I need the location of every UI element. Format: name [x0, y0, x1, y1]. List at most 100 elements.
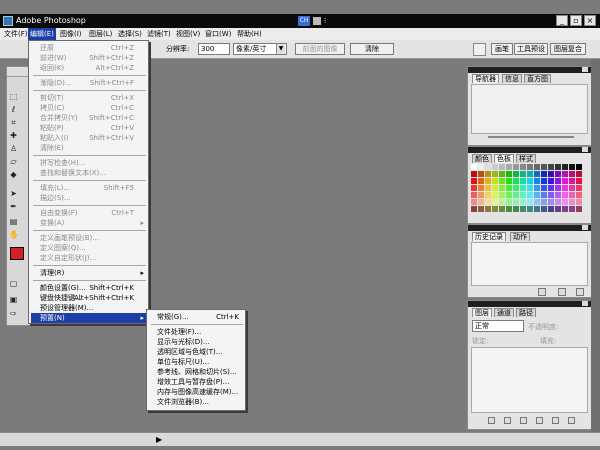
color-swatch[interactable] [562, 192, 568, 198]
tab-layers[interactable]: 图层 [472, 308, 492, 317]
clear-button[interactable]: 清除 [350, 43, 394, 55]
horizontal-scrollbar[interactable]: ▶ [0, 432, 600, 446]
color-swatch[interactable] [471, 206, 477, 212]
color-swatch[interactable] [548, 206, 554, 212]
color-swatch[interactable] [562, 164, 568, 170]
color-swatch[interactable] [513, 199, 519, 205]
color-swatch[interactable] [485, 206, 491, 212]
color-swatch[interactable] [541, 171, 547, 177]
color-swatch[interactable] [513, 164, 519, 170]
color-swatch[interactable] [485, 199, 491, 205]
color-swatch[interactable] [513, 185, 519, 191]
trash-icon[interactable] [576, 288, 584, 296]
color-swatch[interactable] [548, 164, 554, 170]
tab-navigator[interactable]: 导航器 [472, 74, 499, 83]
color-swatch[interactable] [520, 185, 526, 191]
color-swatch[interactable] [562, 178, 568, 184]
color-swatch[interactable] [492, 164, 498, 170]
color-swatch[interactable] [499, 164, 505, 170]
hand-tool-icon[interactable]: ✋ [9, 230, 19, 239]
color-swatch[interactable] [576, 199, 582, 205]
color-swatch[interactable] [485, 178, 491, 184]
edit-menu-item[interactable]: 清理(R) ▸ [31, 268, 148, 278]
color-swatch[interactable] [527, 185, 533, 191]
close-button[interactable]: × [584, 15, 596, 26]
color-swatch[interactable] [527, 178, 533, 184]
menu-view[interactable]: 视图(V) [174, 28, 202, 40]
color-swatch[interactable] [471, 185, 477, 191]
preferences-menu-item[interactable]: 文件处理(F)... [149, 327, 245, 337]
preferences-menu-item[interactable]: 常规(G)... Ctrl+K [149, 312, 245, 322]
color-swatch[interactable] [478, 206, 484, 212]
color-swatch[interactable] [492, 185, 498, 191]
color-swatch[interactable] [541, 199, 547, 205]
zoom-slider[interactable] [488, 136, 574, 138]
resolution-input[interactable]: 300 [198, 43, 230, 55]
color-swatch[interactable] [520, 199, 526, 205]
color-swatch[interactable] [506, 199, 512, 205]
color-swatch[interactable] [471, 199, 477, 205]
color-swatch[interactable] [492, 199, 498, 205]
menu-image[interactable]: 图像(I) [58, 28, 84, 40]
tab-channels[interactable]: 通道 [494, 308, 514, 317]
tab-color[interactable]: 颜色 [472, 154, 492, 163]
notes-tool-icon[interactable]: ▤ [9, 217, 18, 226]
color-swatch[interactable] [471, 164, 477, 170]
new-group-icon[interactable] [536, 417, 543, 424]
color-swatch[interactable] [478, 164, 484, 170]
color-swatch[interactable] [471, 171, 477, 177]
pen-tool-icon[interactable]: ✒ [9, 202, 18, 211]
front-image-button[interactable]: 前面的图像 [295, 43, 345, 55]
edit-menu-item[interactable]: 预设管理器(M)... [31, 303, 148, 313]
ime-menu-icon[interactable]: ⁝ [324, 16, 329, 26]
color-swatch[interactable] [506, 178, 512, 184]
color-swatch[interactable] [555, 199, 561, 205]
color-swatch[interactable] [492, 206, 498, 212]
color-swatch[interactable] [541, 178, 547, 184]
vertical-scrollbar[interactable] [591, 59, 600, 432]
color-swatch[interactable] [520, 171, 526, 177]
layer-mask-icon[interactable] [520, 417, 527, 424]
panel-close-icon[interactable] [582, 225, 588, 230]
color-swatch[interactable] [499, 192, 505, 198]
color-swatch[interactable] [499, 206, 505, 212]
color-swatch[interactable] [527, 171, 533, 177]
color-swatch[interactable] [478, 185, 484, 191]
color-swatch[interactable] [478, 171, 484, 177]
color-swatch[interactable] [485, 185, 491, 191]
color-swatch[interactable] [527, 199, 533, 205]
color-swatch[interactable] [471, 192, 477, 198]
color-swatch[interactable] [562, 199, 568, 205]
color-swatch[interactable] [569, 199, 575, 205]
color-swatch[interactable] [548, 199, 554, 205]
color-swatch[interactable] [576, 192, 582, 198]
color-swatch[interactable] [555, 192, 561, 198]
color-swatch[interactable] [527, 164, 533, 170]
preferences-menu-item[interactable]: 透明区域与色域(T)... [149, 347, 245, 357]
new-layer-icon[interactable] [552, 417, 559, 424]
menu-help[interactable]: 帮助(H) [235, 28, 264, 40]
color-swatch[interactable] [541, 164, 547, 170]
preferences-menu-item[interactable]: 增效工具与暂存盘(P)... [149, 377, 245, 387]
panel-close-icon[interactable] [582, 67, 588, 72]
eraser-tool-icon[interactable]: ▱ [9, 157, 18, 166]
preferences-menu-item[interactable]: 参考线、网格和切片(S)... [149, 367, 245, 377]
color-swatch[interactable] [506, 206, 512, 212]
color-swatch[interactable] [499, 199, 505, 205]
color-swatch[interactable] [471, 178, 477, 184]
color-swatch[interactable] [520, 206, 526, 212]
menu-layer[interactable]: 图层(L) [87, 28, 114, 40]
restore-button[interactable]: ▫ [570, 15, 582, 26]
color-swatch[interactable] [576, 164, 582, 170]
panel-close-icon[interactable] [582, 147, 588, 152]
color-swatch[interactable] [499, 178, 505, 184]
clone-stamp-tool-icon[interactable]: ♙ [9, 144, 18, 153]
menu-window[interactable]: 窗口(W) [203, 28, 233, 40]
color-swatch[interactable] [541, 192, 547, 198]
menu-file[interactable]: 文件(F) [2, 28, 30, 40]
color-swatch[interactable] [506, 164, 512, 170]
tab-swatches[interactable]: 色板 [494, 154, 514, 163]
color-swatch[interactable] [576, 171, 582, 177]
color-swatch[interactable] [506, 185, 512, 191]
color-swatch[interactable] [534, 192, 540, 198]
